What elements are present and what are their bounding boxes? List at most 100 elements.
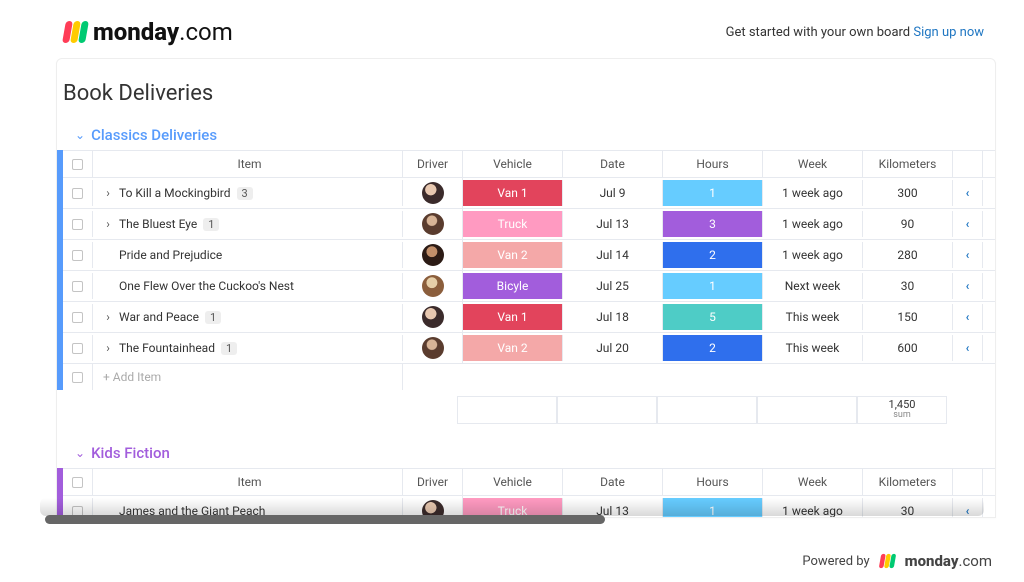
- group-header-kids[interactable]: ⌄ Kids Fiction: [57, 442, 995, 468]
- km-cell[interactable]: 280: [863, 242, 953, 268]
- avatar[interactable]: [422, 182, 444, 204]
- col-extra: [953, 469, 983, 495]
- row-checkbox[interactable]: [72, 343, 83, 354]
- col-item: Item: [93, 151, 403, 177]
- vehicle-cell[interactable]: Van 1: [463, 304, 563, 330]
- item-cell[interactable]: ›The Fountainhead1: [93, 335, 403, 361]
- footer-brand-thin: .com: [958, 552, 992, 570]
- avatar[interactable]: [422, 337, 444, 359]
- week-cell[interactable]: 1 week ago: [763, 211, 863, 237]
- row-checkbox[interactable]: [72, 250, 83, 261]
- avatar[interactable]: [422, 244, 444, 266]
- week-cell[interactable]: This week: [763, 304, 863, 330]
- date-cell[interactable]: Jul 14: [563, 242, 663, 268]
- table-row[interactable]: Pride and Prejudice Van 2Jul 1421 week ag…: [63, 239, 995, 270]
- km-cell[interactable]: 90: [863, 211, 953, 237]
- table-row[interactable]: ›The Bluest Eye1 TruckJul 1331 week ago90…: [63, 208, 995, 239]
- km-cell[interactable]: 30: [863, 498, 953, 518]
- chevron-right-icon[interactable]: ›: [103, 186, 113, 200]
- km-cell[interactable]: 30: [863, 273, 953, 299]
- hours-cell[interactable]: 3: [663, 211, 763, 237]
- item-cell[interactable]: Pride and Prejudice: [93, 242, 403, 268]
- week-cell[interactable]: Next week: [763, 273, 863, 299]
- row-checkbox[interactable]: [72, 219, 83, 230]
- item-text: Pride and Prejudice: [119, 248, 222, 262]
- extra-cell[interactable]: ‹: [953, 180, 983, 206]
- week-cell[interactable]: This week: [763, 335, 863, 361]
- count-badge: 3: [237, 187, 253, 200]
- table-classics: Item Driver Vehicle Date Hours Week Kilo…: [57, 150, 995, 390]
- hours-cell[interactable]: 5: [663, 304, 763, 330]
- logo-bars-icon: [880, 554, 895, 568]
- km-cell[interactable]: 150: [863, 304, 953, 330]
- driver-cell[interactable]: [403, 240, 463, 270]
- driver-cell[interactable]: [403, 209, 463, 239]
- vehicle-cell[interactable]: Van 2: [463, 242, 563, 268]
- date-cell[interactable]: Jul 25: [563, 273, 663, 299]
- chevron-right-icon[interactable]: ›: [103, 341, 113, 355]
- chevron-down-icon: ⌄: [75, 128, 85, 142]
- week-cell[interactable]: 1 week ago: [763, 498, 863, 518]
- select-all-checkbox[interactable]: [72, 159, 83, 170]
- table-row[interactable]: ›The Fountainhead1 Van 2Jul 202This week6…: [63, 332, 995, 363]
- vehicle-cell[interactable]: Truck: [463, 211, 563, 237]
- date-cell[interactable]: Jul 9: [563, 180, 663, 206]
- hours-cell[interactable]: 2: [663, 242, 763, 268]
- col-driver: Driver: [403, 469, 463, 495]
- table-row[interactable]: ›War and Peace1 Van 1Jul 185This week150‹: [63, 301, 995, 332]
- sum-week: [757, 396, 857, 424]
- driver-cell[interactable]: [403, 333, 463, 363]
- avatar[interactable]: [422, 275, 444, 297]
- item-cell[interactable]: One Flew Over the Cuckoo's Nest: [93, 273, 403, 299]
- vehicle-cell[interactable]: Bicyle: [463, 273, 563, 299]
- group-label: Classics Deliveries: [91, 126, 217, 144]
- table-header-row: Item Driver Vehicle Date Hours Week Kilo…: [63, 468, 995, 495]
- checkbox[interactable]: [72, 372, 83, 383]
- sum-hours: [657, 396, 757, 424]
- chevron-right-icon[interactable]: ›: [103, 310, 113, 324]
- week-cell[interactable]: 1 week ago: [763, 180, 863, 206]
- extra-cell[interactable]: ‹: [953, 242, 983, 268]
- item-cell[interactable]: ›War and Peace1: [93, 304, 403, 330]
- hours-cell[interactable]: 1: [663, 273, 763, 299]
- row-checkbox[interactable]: [72, 188, 83, 199]
- hours-cell[interactable]: 1: [663, 180, 763, 206]
- signup-link[interactable]: Sign up now: [913, 25, 984, 40]
- count-badge: 1: [203, 218, 219, 231]
- driver-cell[interactable]: [403, 302, 463, 332]
- item-cell[interactable]: ›The Bluest Eye1: [93, 211, 403, 237]
- km-cell[interactable]: 600: [863, 335, 953, 361]
- chevron-right-icon[interactable]: ›: [103, 217, 113, 231]
- horizontal-scrollbar[interactable]: [45, 515, 605, 524]
- week-cell[interactable]: 1 week ago: [763, 242, 863, 268]
- driver-cell[interactable]: [403, 271, 463, 301]
- group-header-classics[interactable]: ⌄ Classics Deliveries: [57, 124, 995, 150]
- extra-cell[interactable]: ‹: [953, 498, 983, 518]
- date-cell[interactable]: Jul 20: [563, 335, 663, 361]
- col-vehicle: Vehicle: [463, 151, 563, 177]
- km-cell[interactable]: 300: [863, 180, 953, 206]
- driver-cell[interactable]: [403, 178, 463, 208]
- extra-cell[interactable]: ‹: [953, 211, 983, 237]
- select-all-checkbox[interactable]: [72, 477, 83, 488]
- extra-cell[interactable]: ‹: [953, 304, 983, 330]
- extra-cell[interactable]: ‹: [953, 335, 983, 361]
- add-item-label[interactable]: + Add Item: [93, 364, 403, 390]
- row-checkbox[interactable]: [72, 281, 83, 292]
- hours-cell[interactable]: 2: [663, 335, 763, 361]
- table-row[interactable]: ›To Kill a Mockingbird3 Van 1Jul 911 week…: [63, 177, 995, 208]
- row-checkbox[interactable]: [72, 312, 83, 323]
- item-cell[interactable]: ›To Kill a Mockingbird3: [93, 180, 403, 206]
- hours-cell[interactable]: 1: [663, 498, 763, 518]
- add-item-row[interactable]: + Add Item: [63, 363, 995, 390]
- extra-cell[interactable]: ‹: [953, 273, 983, 299]
- avatar[interactable]: [422, 306, 444, 328]
- vehicle-cell[interactable]: Van 2: [463, 335, 563, 361]
- brand-logo[interactable]: monday.com: [64, 18, 233, 46]
- date-cell[interactable]: Jul 18: [563, 304, 663, 330]
- sum-km-label: sum: [893, 411, 911, 421]
- table-row[interactable]: One Flew Over the Cuckoo's Nest BicyleJul…: [63, 270, 995, 301]
- vehicle-cell[interactable]: Van 1: [463, 180, 563, 206]
- avatar[interactable]: [422, 213, 444, 235]
- date-cell[interactable]: Jul 13: [563, 211, 663, 237]
